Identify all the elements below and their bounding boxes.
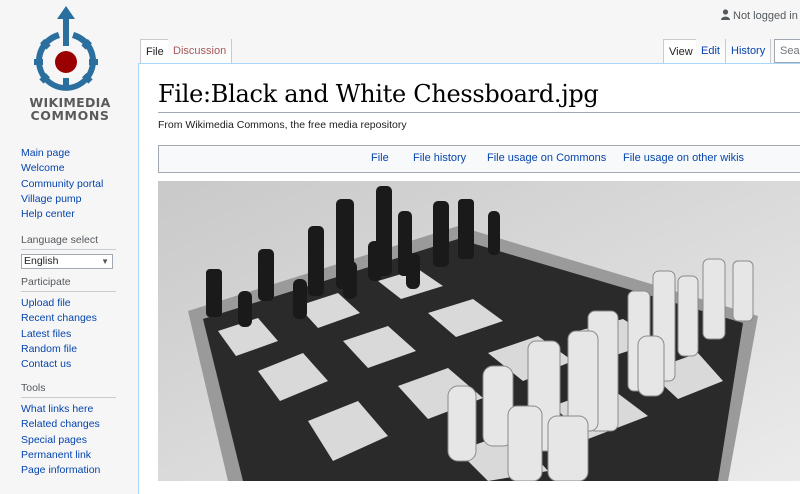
logo-wordmark: WIKIMEDIA COMMONS <box>22 96 118 122</box>
tab-view[interactable]: View <box>663 39 699 65</box>
site-subtitle: From Wikimedia Commons, the free media r… <box>158 119 407 131</box>
sidebar-item-welcome[interactable]: Welcome <box>21 161 103 176</box>
participate-portal: Participate Upload file Recent changes L… <box>0 276 116 372</box>
tab-discussion[interactable]: Discussion <box>168 39 233 63</box>
main-content: File:Black and White Chessboard.jpg From… <box>138 63 800 494</box>
commons-logo-icon <box>34 6 98 91</box>
search-input[interactable]: Sea <box>774 39 800 63</box>
chessboard-image <box>158 181 800 481</box>
sidebar-item-what-links-here[interactable]: What links here <box>21 402 116 417</box>
language-select-value: English <box>24 255 59 267</box>
sidebar-item-related-changes[interactable]: Related changes <box>21 417 116 432</box>
sidebar-item-special-pages[interactable]: Special pages <box>21 433 116 448</box>
sidebar-item-upload-file[interactable]: Upload file <box>21 296 116 311</box>
language-portal: Language select English ▼ <box>0 234 116 269</box>
sidebar-item-help-center[interactable]: Help center <box>21 207 103 222</box>
tools-heading: Tools <box>21 382 116 398</box>
language-select[interactable]: English ▼ <box>21 254 113 269</box>
not-logged-in-text: Not logged in <box>733 10 798 22</box>
sidebar-item-page-information[interactable]: Page information <box>21 463 116 478</box>
chevron-down-icon: ▼ <box>101 257 109 266</box>
participate-heading: Participate <box>21 276 116 292</box>
sidebar-item-random-file[interactable]: Random file <box>21 342 116 357</box>
toc-file-usage-commons-link[interactable]: File usage on Commons <box>487 152 606 164</box>
file-toc: File File history File usage on Commons … <box>158 145 800 173</box>
tab-edit[interactable]: Edit <box>696 39 726 63</box>
title-divider <box>158 112 800 113</box>
toc-file-usage-other-wikis-link[interactable]: File usage on other wikis <box>623 152 744 164</box>
sidebar-item-recent-changes[interactable]: Recent changes <box>21 311 116 326</box>
main-navigation: Main page Welcome Community portal Villa… <box>0 146 103 222</box>
user-icon <box>721 9 730 20</box>
page-title: File:Black and White Chessboard.jpg <box>158 80 599 108</box>
toc-file-link[interactable]: File <box>371 152 389 164</box>
sidebar-item-main-page[interactable]: Main page <box>21 146 103 161</box>
sidebar-item-village-pump[interactable]: Village pump <box>21 192 103 207</box>
chessboard-photo[interactable] <box>158 181 800 481</box>
personal-tools: Not logged inT <box>721 9 800 22</box>
language-select-heading: Language select <box>21 234 116 250</box>
sidebar-item-latest-files[interactable]: Latest files <box>21 327 116 342</box>
tools-portal: Tools What links here Related changes Sp… <box>0 382 116 478</box>
toc-file-history-link[interactable]: File history <box>413 152 466 164</box>
tab-history[interactable]: History <box>726 39 772 63</box>
sidebar-item-permanent-link[interactable]: Permanent link <box>21 448 116 463</box>
logo-line-2: COMMONS <box>30 108 110 123</box>
sidebar-item-community-portal[interactable]: Community portal <box>21 177 103 192</box>
sidebar-item-contact-us[interactable]: Contact us <box>21 357 116 372</box>
tab-file[interactable]: File <box>140 39 170 65</box>
